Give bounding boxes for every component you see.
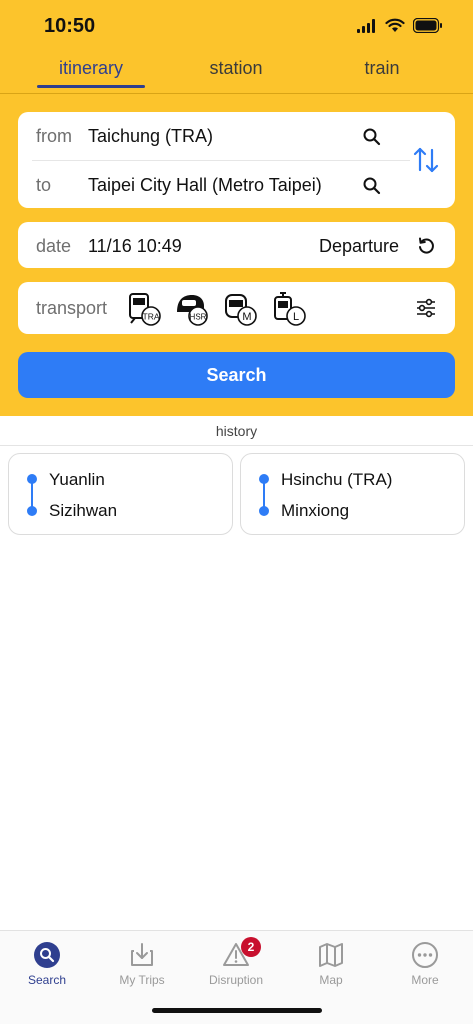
nav-more[interactable]: More	[378, 941, 472, 1001]
nav-label-search: Search	[27, 973, 67, 987]
nav-label-more: More	[411, 973, 439, 987]
transport-card: transport TRA HSR M L	[18, 282, 455, 334]
destination-dot	[259, 506, 269, 516]
date-label: date	[36, 236, 72, 256]
search-button[interactable]: Search	[18, 352, 455, 398]
nav-label-map: Map	[319, 973, 343, 987]
tab-station[interactable]: station	[182, 58, 290, 79]
svg-text:HSR: HSR	[190, 312, 207, 321]
nav-search[interactable]: Search	[0, 941, 94, 1001]
origin-dot	[259, 474, 269, 484]
tab-active-indicator	[37, 85, 145, 88]
nav-label-disruption: Disruption	[208, 973, 264, 987]
history-item-hsinchu-minxiong[interactable]: Hsinchu (TRA) Minxiong	[240, 453, 465, 535]
status-time: 10:50	[44, 15, 96, 37]
signal-icon	[357, 18, 375, 33]
filter-settings-icon[interactable]	[415, 298, 437, 318]
map-icon	[319, 943, 343, 967]
to-field[interactable]: Taipei City Hall (Metro Taipei)	[88, 175, 322, 196]
reset-time-icon[interactable]	[416, 236, 436, 256]
nav-my-trips[interactable]: My Trips	[95, 941, 189, 1001]
history-to: Minxiong	[281, 501, 350, 520]
history-label: history	[0, 416, 473, 446]
disruption-badge: 2	[241, 937, 261, 957]
wifi-icon	[385, 18, 405, 32]
history-item-yuanlin-sizihwan[interactable]: Yuanlin Sizihwan	[8, 453, 233, 535]
train-light-rail-icon[interactable]: L	[272, 292, 308, 326]
battery-icon	[413, 18, 442, 33]
home-indicator	[152, 1008, 322, 1013]
date-card[interactable]: date 11/16 10:49 Departure	[18, 222, 455, 268]
from-search-icon[interactable]	[362, 127, 382, 147]
to-label: to	[36, 175, 52, 195]
nav-disruption[interactable]: 2 Disruption	[189, 937, 283, 1001]
departure-mode[interactable]: Departure	[319, 236, 399, 257]
tab-train[interactable]: train	[328, 58, 436, 79]
svg-text:M: M	[242, 311, 251, 323]
train-metro-icon[interactable]: M	[223, 292, 259, 326]
header: 10:50 itinerary station train from Taich…	[0, 0, 473, 416]
more-icon	[412, 942, 438, 968]
to-search-icon[interactable]	[362, 176, 382, 196]
from-label: from	[36, 126, 72, 146]
tab-itinerary[interactable]: itinerary	[37, 58, 145, 79]
route-card: from Taichung (TRA) to Taipei City Hall …	[18, 112, 455, 208]
history-to: Sizihwan	[49, 501, 118, 520]
svg-text:L: L	[293, 311, 299, 323]
destination-dot	[27, 506, 37, 516]
history-from: Yuanlin	[49, 470, 105, 489]
download-tray-icon	[131, 943, 153, 966]
train-hsr-icon[interactable]: HSR	[174, 292, 210, 326]
status-bar: 10:50	[0, 0, 473, 54]
swap-icon[interactable]	[412, 146, 440, 174]
tab-bar: itinerary station train	[0, 54, 473, 94]
tabs-divider	[0, 93, 473, 94]
origin-dot	[27, 474, 37, 484]
train-tra-icon[interactable]: TRA	[127, 292, 163, 326]
history-from: Hsinchu (TRA)	[281, 470, 393, 489]
date-value[interactable]: 11/16 10:49	[88, 236, 182, 257]
nav-map[interactable]: Map	[284, 941, 378, 1001]
status-icons	[357, 18, 443, 33]
from-field[interactable]: Taichung (TRA)	[88, 126, 213, 147]
route-divider	[32, 160, 410, 161]
svg-text:TRA: TRA	[143, 312, 160, 322]
transport-label: transport	[36, 298, 108, 318]
app-screen: 10:50 itinerary station train from Taich…	[0, 0, 473, 1024]
nav-label-my-trips: My Trips	[119, 973, 165, 987]
search-icon	[34, 942, 60, 968]
